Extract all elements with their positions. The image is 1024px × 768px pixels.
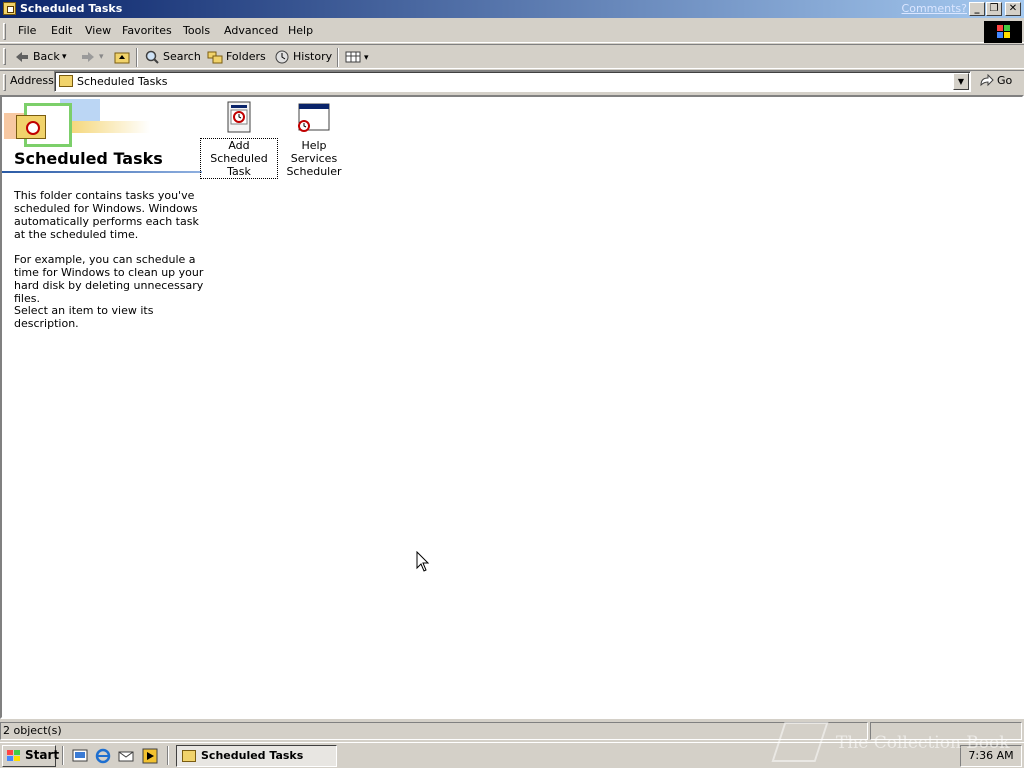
folders-icon	[207, 50, 223, 64]
windows-logo-icon	[984, 21, 1022, 43]
history-button[interactable]: History	[274, 49, 332, 67]
back-arrow-icon	[14, 50, 30, 64]
help-services-scheduler-item[interactable]: Help Services Scheduler	[276, 101, 352, 178]
menu-edit[interactable]: Edit	[51, 24, 72, 37]
back-dropdown-button[interactable]: ▾	[62, 49, 67, 67]
window-title: Scheduled Tasks	[20, 2, 123, 15]
description-paragraph: This folder contains tasks you've schedu…	[14, 189, 199, 241]
views-dropdown-arrow: ▾	[364, 53, 369, 63]
add-scheduled-task-item[interactable]: Add Scheduled Task	[200, 101, 278, 179]
start-label: Start	[25, 748, 60, 762]
forward-dropdown-button[interactable]: ▾	[99, 49, 104, 67]
close-button[interactable]: ✕	[1005, 2, 1021, 16]
address-dropdown-button[interactable]: ▼	[953, 73, 969, 90]
menu-advanced[interactable]: Advanced	[224, 24, 278, 37]
up-folder-button[interactable]	[114, 49, 133, 67]
history-label: History	[293, 50, 333, 63]
go-label: Go	[997, 74, 1013, 87]
go-button[interactable]: Go	[978, 73, 1013, 88]
show-desktop-icon[interactable]	[72, 748, 88, 764]
add-scheduled-task-icon	[223, 101, 255, 133]
menu-bar: File Edit View Favorites Tools Advanced …	[0, 20, 1024, 43]
up-folder-icon	[114, 50, 130, 64]
start-button[interactable]: Start	[2, 745, 60, 767]
page-title: Scheduled Tasks	[14, 149, 163, 168]
banner-shape	[70, 121, 150, 133]
title-divider	[2, 171, 202, 173]
forward-arrow-icon	[80, 50, 96, 64]
search-button[interactable]: Search	[144, 49, 201, 67]
go-arrow-icon	[978, 73, 994, 88]
internet-explorer-icon[interactable]	[95, 748, 111, 764]
menubar-grip[interactable]	[3, 23, 6, 40]
task-button-scheduled-tasks[interactable]: Scheduled Tasks	[176, 745, 337, 767]
address-folder-icon	[59, 75, 73, 87]
comments-link[interactable]: Comments?	[902, 2, 967, 15]
address-grip[interactable]	[3, 74, 6, 91]
folder-view[interactable]: Scheduled Tasks This folder contains tas…	[0, 95, 1024, 719]
address-label: Address	[10, 74, 54, 87]
folders-button[interactable]: Folders	[207, 49, 266, 67]
scheduled-tasks-folder-icon	[3, 2, 16, 15]
views-grid-icon	[345, 50, 361, 64]
task-folder-icon	[182, 750, 196, 762]
menu-tools[interactable]: Tools	[183, 24, 210, 37]
windows-flag-icon	[6, 749, 22, 763]
scheduled-tasks-large-icon	[16, 115, 46, 139]
description-paragraph: Select an item to view its description.	[14, 304, 154, 330]
restore-button[interactable]: ❐	[986, 2, 1002, 16]
minimize-button[interactable]: _	[969, 2, 985, 16]
history-clock-icon	[274, 50, 290, 64]
watermark-text: The Collection Book	[836, 733, 1010, 753]
forward-button[interactable]	[80, 49, 99, 67]
object-count: 2 object(s)	[0, 722, 868, 740]
back-button[interactable]: Back	[14, 49, 60, 67]
address-bar: Address Scheduled Tasks ▼ Go	[0, 70, 1024, 93]
views-button[interactable]: ▾	[345, 49, 369, 67]
address-input[interactable]: Scheduled Tasks ▼	[54, 71, 971, 92]
title-bar[interactable]: Scheduled Tasks Comments? _ ❐ ✕	[0, 0, 1024, 18]
search-label: Search	[163, 50, 201, 63]
item-label: Add Scheduled Task	[200, 138, 278, 179]
address-value: Scheduled Tasks	[77, 75, 168, 88]
search-icon	[144, 50, 160, 64]
menu-view[interactable]: View	[85, 24, 111, 37]
menu-help[interactable]: Help	[288, 24, 313, 37]
outlook-express-icon[interactable]	[118, 748, 134, 764]
toolbar-separator	[136, 48, 138, 67]
toolbar-separator	[337, 48, 339, 67]
task-button-label: Scheduled Tasks	[201, 749, 304, 762]
menu-favorites[interactable]: Favorites	[122, 24, 172, 37]
menu-file[interactable]: File	[18, 24, 36, 37]
item-label: Help Services Scheduler	[286, 139, 342, 178]
folder-banner	[4, 99, 150, 147]
scheduled-task-window-icon	[298, 101, 330, 133]
folders-label: Folders	[226, 50, 266, 63]
description-paragraph: For example, you can schedule a time for…	[14, 253, 204, 305]
media-player-icon[interactable]	[142, 748, 158, 764]
back-label: Back	[33, 50, 60, 63]
toolbar-grip[interactable]	[3, 48, 6, 65]
taskbar-separator	[167, 746, 169, 765]
standard-toolbar: Back ▾ ▾ Search Folders History ▾	[0, 44, 1024, 69]
taskbar-separator	[62, 746, 64, 765]
